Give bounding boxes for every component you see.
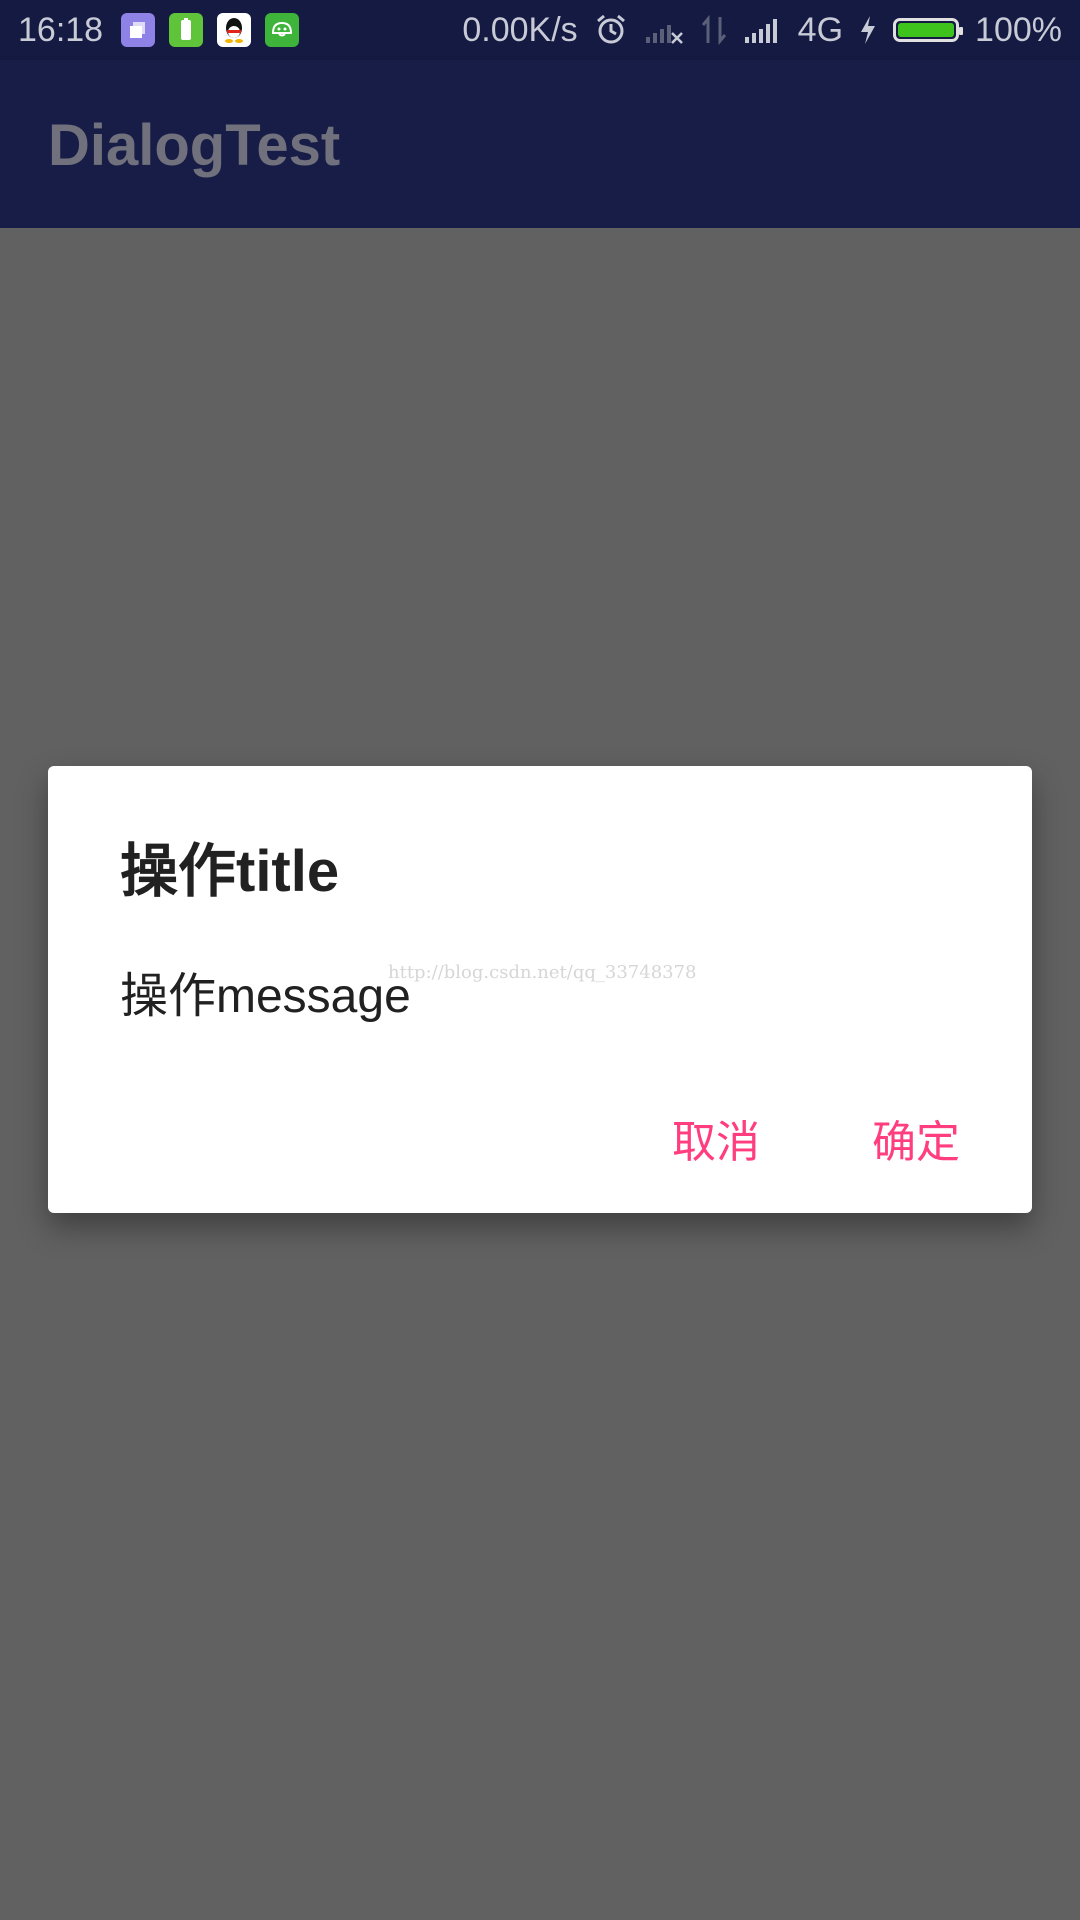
- status-bar: 16:18 0.00K/s 4G 100%: [0, 0, 1080, 60]
- network-type: 4G: [797, 10, 844, 49]
- app-title: DialogTest: [48, 113, 341, 178]
- files-icon: [121, 13, 156, 47]
- cancel-button[interactable]: 取消: [672, 1106, 760, 1170]
- battery-fill: [898, 23, 955, 37]
- signal-strength-icon: [744, 15, 782, 45]
- battery-icon: [893, 18, 964, 42]
- app-bar: DialogTest: [0, 60, 1080, 228]
- charging-bolt-icon: [859, 15, 877, 45]
- confirm-button[interactable]: 确定: [872, 1106, 960, 1170]
- notification-icons: [121, 13, 300, 47]
- dialog-message: 操作message: [120, 970, 411, 1023]
- battery-percent: 100%: [975, 10, 1062, 49]
- battery-saver-icon: [169, 13, 204, 47]
- qq-icon: [217, 13, 252, 47]
- network-speed: 0.00K/s: [462, 10, 578, 49]
- dialog-actions: 取消 确定: [672, 1106, 960, 1170]
- status-time: 16:18: [18, 10, 104, 49]
- data-transfer-icon: [700, 15, 728, 45]
- android-icon: [265, 13, 300, 47]
- dialog-title: 操作title: [120, 839, 340, 904]
- no-signal-sim-icon: [644, 15, 684, 45]
- alarm-icon: [594, 13, 628, 47]
- status-right: 0.00K/s 4G 100%: [462, 11, 1062, 50]
- watermark-url: http://blog.csdn.net/qq_33748378: [388, 962, 697, 983]
- alert-dialog: 操作title 操作message http://blog.csdn.net/q…: [48, 766, 1032, 1213]
- battery-nub: [959, 27, 964, 35]
